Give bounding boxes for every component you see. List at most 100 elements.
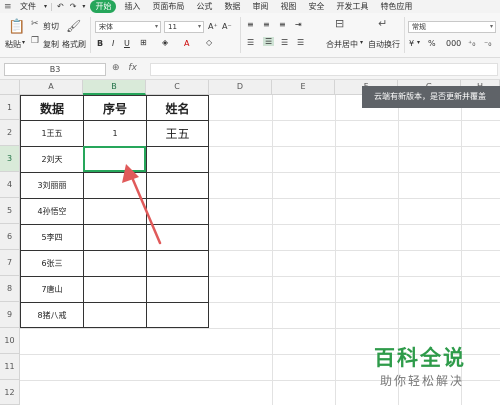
wrap-text-icon[interactable]: ↵ [378,17,387,30]
align-right-icon[interactable]: ☰ [281,38,288,47]
copy-button[interactable]: 复制 [43,39,59,50]
row-header-2[interactable]: 2 [0,120,20,146]
name-box[interactable]: B3 [4,63,106,76]
chevron-down-icon: ▾ [154,23,158,30]
redo-icon[interactable]: ↷ [67,0,80,13]
column-header-a[interactable]: A [20,80,83,95]
row-header-11[interactable]: 11 [0,354,20,380]
merge-center-button[interactable]: 合并居中 [326,39,358,50]
bold-icon[interactable]: B [97,39,103,48]
select-all-corner[interactable] [0,80,20,95]
row-header-7[interactable]: 7 [0,250,20,276]
align-middle-icon[interactable]: ≡ [263,20,270,29]
tab-special[interactable]: 特色应用 [374,0,418,13]
row-header-8[interactable]: 8 [0,276,20,302]
column-header-d[interactable]: D [209,80,272,95]
column-header-b[interactable]: B [83,80,146,95]
fx-button[interactable]: fx [128,63,137,73]
cell-a6[interactable]: 5李四 [21,225,83,250]
border-icon[interactable]: ⊞ [140,38,147,47]
align-left-icon[interactable]: ☰ [247,38,254,47]
tab-formulas[interactable]: 公式 [190,0,218,13]
hamburger-icon[interactable]: ≡ [4,2,14,12]
row-header-1[interactable]: 1 [0,95,20,120]
row-header-9[interactable]: 9 [0,302,20,328]
format-painter-button[interactable]: 格式刷 [62,39,86,50]
row-header-10[interactable]: 10 [0,328,20,354]
tab-page-layout[interactable]: 页面布局 [146,0,190,13]
tab-security[interactable]: 安全 [302,0,330,13]
row-header-3[interactable]: 3 [0,146,20,172]
currency-icon[interactable]: ¥ [409,39,414,48]
zoom-icon[interactable]: ⊕ [112,63,120,73]
column-header-e[interactable]: E [272,80,335,95]
ribbon: 📋 粘贴 ▾ ✂ 剪切 ❐ 复制 🖌 格式刷 宋体 ▾ 11 ▾ A⁺ A⁻ B… [0,13,500,58]
decimal-decrease-icon[interactable]: ⁻₀ [484,39,491,48]
format-painter-icon[interactable]: 🖌 [66,19,81,33]
row-header-4[interactable]: 4 [0,172,20,198]
undo-icon[interactable]: ↶ [54,0,67,13]
column-header-c[interactable]: C [146,80,209,95]
cell-c2[interactable]: 王五 [147,121,208,146]
cell-a5[interactable]: 4孙悟空 [21,199,83,224]
formula-tools: ⊕ fx [112,63,137,73]
tab-developer[interactable]: 开发工具 [330,0,374,13]
percent-button[interactable]: % [428,39,436,48]
cell-a8[interactable]: 7唐山 [21,277,83,302]
font-family-select[interactable]: 宋体 ▾ [95,21,161,33]
justify-icon[interactable]: ☰ [297,38,304,47]
font-size-select[interactable]: 11 ▾ [164,21,204,33]
fill-color-icon[interactable]: ◈ [162,38,168,47]
tab-review[interactable]: 审阅 [246,0,274,13]
thousands-button[interactable]: 000 [446,39,461,48]
menu-file[interactable]: 文件 [14,0,42,13]
row-header-6[interactable]: 6 [0,224,20,250]
cut-button[interactable]: 剪切 [43,21,59,32]
cell-a3[interactable]: 2刘天 [21,147,83,172]
decimal-increase-icon[interactable]: ⁺₀ [468,39,475,48]
cell-a4[interactable]: 3刘丽丽 [21,173,83,198]
formula-input[interactable] [150,63,498,76]
selected-cell-b3[interactable] [83,146,146,172]
decrease-font-icon[interactable]: A⁻ [222,22,232,31]
row-header-12[interactable]: 12 [0,380,20,405]
cell-c1[interactable]: 姓名 [147,96,208,120]
tab-view[interactable]: 视图 [274,0,302,13]
cell-a2[interactable]: 1王五 [21,121,83,146]
cell-b1[interactable]: 序号 [84,96,146,120]
cell-a7[interactable]: 6张三 [21,251,83,276]
update-notice-text: 云端有新版本，是否更新并覆盖 [374,92,486,101]
cell-a9[interactable]: 8猪八戒 [21,303,83,327]
currency-dropdown-icon[interactable]: ▾ [417,39,420,46]
wrap-text-button[interactable]: 自动换行 [368,39,400,50]
quick-access-dropdown-icon[interactable]: ▾ [79,0,88,13]
cell-b2[interactable]: 1 [84,121,146,146]
formula-bar: B3 ⊕ fx [0,58,500,80]
menu-file-dropdown-icon[interactable]: ▾ [42,0,49,13]
number-format-select[interactable]: 常规 ▾ [408,21,496,33]
increase-font-icon[interactable]: A⁺ [208,22,218,31]
indent-icon[interactable]: ⇥ [295,20,302,29]
align-center-icon[interactable]: ☰ [263,37,275,46]
table-border [20,327,209,328]
paste-icon[interactable]: 📋 [8,19,25,35]
underline-icon[interactable]: U [124,39,130,48]
tab-home[interactable]: 开始 [90,0,117,13]
tab-data[interactable]: 数据 [218,0,246,13]
paste-dropdown-icon[interactable]: ▾ [22,39,25,46]
copy-icon[interactable]: ❐ [31,36,39,46]
clear-format-icon[interactable]: ◇ [206,38,212,47]
align-top-icon[interactable]: ≡ [247,20,254,29]
italic-icon[interactable]: I [112,39,114,48]
merge-dropdown-icon[interactable]: ▾ [360,39,363,46]
paste-button[interactable]: 粘贴 [5,39,21,50]
cut-icon[interactable]: ✂ [31,19,39,29]
row-header-5[interactable]: 5 [0,198,20,224]
tab-insert[interactable]: 插入 [118,0,146,13]
chevron-down-icon: ▾ [197,23,201,30]
align-bottom-icon[interactable]: ≡ [279,20,286,29]
font-color-icon[interactable]: A [184,39,189,48]
cell-a1[interactable]: 数据 [21,96,83,120]
update-notice[interactable]: 云端有新版本，是否更新并覆盖 [362,86,500,108]
merge-center-icon[interactable]: ⊟ [335,17,344,30]
